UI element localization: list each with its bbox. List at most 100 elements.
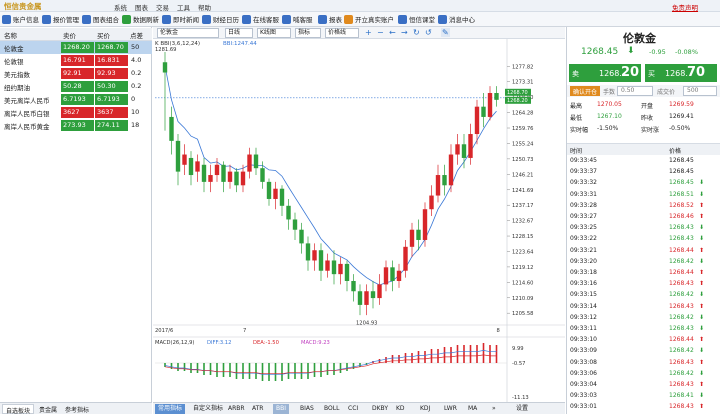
period-select[interactable]: 日线 [225,28,253,38]
tick-price: 1268.46 [669,213,694,220]
toolbar-quote-manage[interactable]: 报价管理 [42,13,79,25]
menu-help[interactable]: 帮助 [198,2,211,12]
indicator-select[interactable]: 指标 [295,28,321,38]
tick-arrow-icon: ⬇ [699,347,705,355]
candle-body [266,181,272,199]
high-mark-label: 1281.69 [155,47,176,53]
row-sell[interactable]: 16.791 [61,55,94,66]
indicator-tab[interactable]: 自定义指标 [190,404,226,414]
scroll-left-icon[interactable]: ← [389,28,396,37]
row-buy[interactable]: 50.30 [95,81,128,92]
toolbar-classroom[interactable]: 恒信课堂 [398,13,435,25]
row-buy[interactable]: 1268.70 [95,42,128,53]
row-buy[interactable]: 16.831 [95,55,128,66]
points-input[interactable]: 500 [683,86,717,96]
macd-value: MACD:9.23 [301,340,330,346]
row-buy[interactable]: 92.93 [95,68,128,79]
row-sell[interactable]: 6.7193 [61,94,94,105]
indicator-tab[interactable]: 设置 [513,404,531,414]
tab-reference[interactable]: 参考指标 [62,404,92,414]
service-icon [242,14,251,24]
indicator-tab[interactable]: KD [393,404,408,414]
tick-price: 1268.43 [669,325,694,332]
toolbar-refresh[interactable]: 数据刷新 [122,13,159,25]
toolbar-news[interactable]: 即时新闻 [162,13,199,25]
macd-diff: DIFF:3.12 [207,340,231,346]
indicator-tab[interactable]: LWR [441,404,460,414]
scroll-right-icon[interactable]: → [401,28,408,37]
menu-system[interactable]: 系统 [114,2,127,12]
candle-body [468,134,473,158]
candle-body [240,171,246,186]
row-buy[interactable]: 274.11 [95,120,128,131]
row-sell[interactable]: 1268.20 [61,42,94,53]
indicator-tab[interactable]: BOLL [321,404,342,414]
row-sell[interactable]: 92.91 [61,68,94,79]
watchlist-panel: 名称 卖价 买价 点差 伦敦金 1268.20 1268.70 50 伦敦银 16.791… [0,27,152,402]
candle-body [208,175,213,182]
watchlist-row[interactable]: 美元离岸人民币 6.7193 6.7193 0 [0,93,152,106]
toolbar-message-center[interactable]: 消息中心 [438,13,475,25]
tab-precious-metals[interactable]: 贵金属 [36,404,60,414]
draw-pen-icon[interactable]: ✎ [441,28,450,37]
lot-input[interactable]: 0.50 [617,86,653,96]
price-line-select[interactable]: 价格线 [325,28,359,38]
toolbar-chart-combo[interactable]: 图表组合 [82,13,119,25]
tick-time: 09:33:27 [570,213,597,220]
redo-icon[interactable]: ↻ [413,28,420,37]
confirm-open-checkbox[interactable]: 确认开仓 [570,86,601,96]
candlestick-chart[interactable]: 1277.821273.311268.801264.281259.761255.… [153,39,565,402]
indicator-tab[interactable]: ARBR [225,404,248,414]
toolbar-account-info[interactable]: 账户信息 [2,13,39,25]
header-name: 名称 [4,32,17,40]
disclaimer-link[interactable]: 免责声明 [672,2,698,12]
indicator-tab[interactable]: BIAS [297,404,317,414]
watchlist-row[interactable]: 美元指数 92.91 92.93 0.2 [0,67,152,80]
price-tick-label: 1246.21 [512,172,533,178]
toolbar-open-account[interactable]: 开立真实账户 [344,13,394,25]
indicator-tab[interactable]: » [489,404,499,414]
toolbar-call-service[interactable]: 喊客服 [282,13,313,25]
zoom-out-icon[interactable]: − [377,28,384,37]
zoom-in-icon[interactable]: + [365,28,372,37]
watchlist-row[interactable]: 伦敦金 1268.20 1268.70 50 [0,41,152,54]
tab-watchlist[interactable]: 自选板块 [2,404,35,415]
indicator-tab[interactable]: BBI [273,404,290,414]
indicator-tab[interactable]: DKBY [369,404,391,414]
undo-icon[interactable]: ↺ [425,28,432,37]
menu-chart[interactable]: 图表 [135,2,148,12]
sell-button[interactable]: 卖 1268. 20 [569,64,641,82]
stat-key-2: 昨收 [641,115,654,122]
watchlist-row[interactable]: 纽约期油 50.28 50.30 0.2 [0,80,152,93]
row-buy[interactable]: 3637 [95,107,128,118]
toolbar-calendar[interactable]: 财经日历 [202,13,239,25]
price-tick-label: 1277.82 [512,64,533,70]
tick-price: 1268.43 [669,381,694,388]
toolbar-report[interactable]: 报表 [318,13,342,25]
watchlist-row[interactable]: 离岸人民币白银 3627 3637 10 [0,106,152,119]
indicator-tab[interactable]: MA [465,404,480,414]
toolbar-online-service[interactable]: 在线客服 [242,13,279,25]
indicator-tab[interactable]: KDJ [417,404,433,414]
price-tick-label: 1219.12 [512,265,533,271]
buy-button[interactable]: 买 1268. 70 [645,64,717,82]
row-buy[interactable]: 6.7193 [95,94,128,105]
watchlist-row[interactable]: 离岸人民币黄金 273.93 274.11 18 [0,119,152,132]
symbol-select[interactable]: 伦敦金 [157,28,219,38]
row-sell[interactable]: 50.28 [61,81,94,92]
tick-row: 09:33:27 1268.46 ⬆ [567,211,720,223]
row-sell[interactable]: 273.93 [61,120,94,131]
menu-trade[interactable]: 交易 [156,2,169,12]
watchlist-row[interactable]: 伦敦银 16.791 16.831 4.0 [0,54,152,67]
phone-icon [282,14,291,24]
row-sell[interactable]: 3627 [61,107,94,118]
menu-tools[interactable]: 工具 [177,2,190,12]
indicator-tab[interactable]: ATR [249,404,266,414]
tick-price: 1268.44 [669,246,694,254]
indicator-tab[interactable]: CCI [345,404,361,414]
tick-time: 09:33:16 [570,280,597,288]
stat-value-1: 1270.05 [597,101,622,108]
indicator-tab[interactable]: 常用指标 [155,404,186,414]
chart-type-select[interactable]: K线图 [257,28,291,38]
tick-arrow-icon: ⬇ [699,235,705,243]
